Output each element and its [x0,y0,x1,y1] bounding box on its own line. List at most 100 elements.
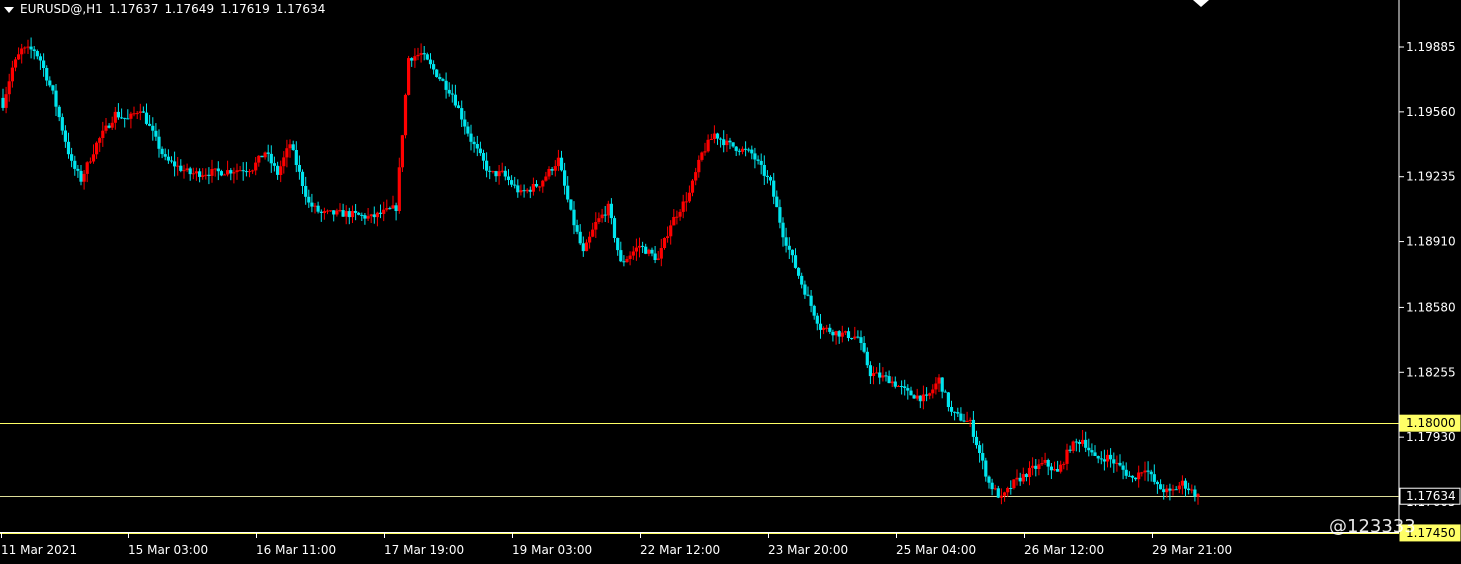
candle-body [416,54,420,57]
candle-body [66,141,71,155]
candle-body [1174,489,1178,491]
candle-body [772,180,776,197]
candle-body [850,338,854,339]
candle-body [803,284,807,295]
candle-body [999,495,1003,498]
candle-body [444,80,448,90]
candle-body [644,246,648,254]
y-tick-label: 1.17930 [1406,430,1456,444]
candle-body [1159,484,1163,490]
candle-body [263,152,267,158]
candle-body [1084,439,1088,448]
candle-body [51,85,55,91]
candle-body [481,153,486,161]
x-tick-label: 29 Mar 21:00 [1152,543,1232,557]
candle-body [1155,481,1159,485]
candle-body [1124,469,1128,476]
candle-body [1149,471,1153,475]
candle-body [282,157,286,167]
candle-body [528,189,532,192]
candle-body [856,336,860,338]
candle-body [594,222,598,230]
candle-body [812,305,816,316]
candle-body [525,189,529,192]
candle-body [1152,474,1156,482]
candle-body [1006,488,1010,493]
candle-body [213,168,217,170]
price-chart[interactable]: 1.19885 1.19560 1.19235 1.18910 1.18580 1.182… [0,0,1461,564]
candle-body [144,112,149,124]
candle-body [1162,489,1166,493]
candle-body [619,250,623,262]
low-value: 1.17619 [220,2,270,16]
candle-body [909,390,913,396]
candle-body [1009,488,1013,489]
candle-body [1021,474,1025,482]
candle-body [169,160,174,162]
close-value: 1.17634 [275,2,326,16]
candle-body [85,162,89,174]
candle-body [173,161,177,167]
candle-body [681,201,685,212]
candle-body [113,111,117,123]
candle-body [734,146,738,151]
candle-body [725,140,729,146]
candle-body [179,165,183,171]
candle-body [606,203,610,216]
candle-body [1090,450,1094,453]
candle-body [572,209,576,226]
candle-body [896,386,901,387]
candle-body [516,185,520,193]
candle-body [110,122,114,128]
candle-body [344,211,348,217]
candle-body [191,173,195,175]
candle-body [775,196,779,208]
candle-body [1190,489,1194,491]
candle-body [949,407,954,412]
candle-body [659,248,663,259]
candle-body [765,175,769,177]
candle-body [553,166,557,171]
dropdown-icon[interactable] [4,6,14,13]
x-tick-label: 22 Mar 12:00 [640,543,720,557]
candle-body [35,51,39,57]
candle-body [241,170,245,172]
candle-body [809,295,813,306]
candle-body [407,58,411,95]
candle-body [450,93,454,95]
candle-body [687,192,691,202]
candle-body [123,117,127,119]
candle-body [26,46,30,48]
candle-body [132,113,136,115]
candle-body [556,157,560,167]
candle-body [934,383,938,390]
candle-body [285,148,289,158]
candle-body [438,77,442,80]
candle-body [959,413,963,421]
candle-body [753,153,757,160]
candle-body [1143,470,1147,473]
candle-body [366,216,370,219]
scroll-shift-marker-icon[interactable] [1193,0,1209,7]
candle-body [843,331,847,333]
candle-body [201,175,205,177]
candle-body [722,139,726,146]
y-tick-label: 1.19885 [1406,40,1456,54]
candle-body [603,214,607,216]
candle-body [98,138,102,143]
x-tick-label: 26 Mar 12:00 [1024,543,1104,557]
candle-body [1059,464,1063,472]
candle-body [906,388,910,391]
candle-body [868,365,872,377]
candle-body [981,453,985,461]
candle-body [4,94,8,108]
candle-body [42,60,46,68]
candle-body [974,436,979,446]
candle-body [7,81,11,95]
candle-body [534,184,539,187]
watermark: @123333 [1329,516,1416,537]
candle-body [500,170,504,172]
candle-body [494,171,498,177]
candle-body [378,212,383,214]
candle-body [787,245,791,250]
